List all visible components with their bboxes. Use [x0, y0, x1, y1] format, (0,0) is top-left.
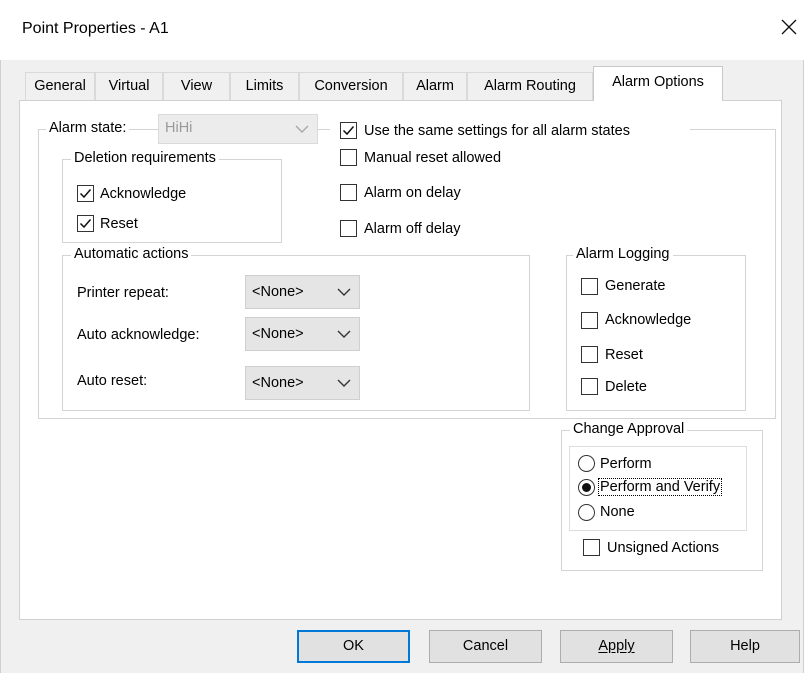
perform-and-verify-label: Perform and Verify: [598, 478, 723, 496]
deletion-requirements-title: Deletion requirements: [71, 150, 219, 166]
alarm-off-delay-label: Alarm off delay: [364, 221, 461, 237]
ok-button[interactable]: OK: [297, 630, 410, 663]
auto-acknowledge-combo[interactable]: <None>: [245, 317, 360, 351]
perform-label: Perform: [600, 456, 652, 472]
logging-reset-checkbox[interactable]: [581, 346, 598, 363]
radio-selected-dot: [582, 483, 591, 492]
logging-acknowledge-checkbox[interactable]: [581, 312, 598, 329]
same-settings-label: Use the same settings for all alarm stat…: [364, 123, 630, 139]
tab-alarm-options[interactable]: Alarm Options: [593, 66, 723, 101]
title-bar: Point Properties - A1: [0, 0, 804, 60]
printer-repeat-combo[interactable]: <None>: [245, 275, 360, 309]
same-settings-checkbox[interactable]: [340, 122, 357, 139]
chevron-down-icon: [337, 288, 351, 296]
apply-button[interactable]: Apply: [560, 630, 673, 663]
close-icon[interactable]: [778, 16, 800, 38]
none-radio[interactable]: [578, 504, 595, 521]
tab-limits[interactable]: Limits: [230, 72, 299, 100]
none-label: None: [600, 504, 635, 520]
cancel-button[interactable]: Cancel: [429, 630, 542, 663]
logging-generate-checkbox[interactable]: [581, 278, 598, 295]
automatic-actions-title: Automatic actions: [71, 246, 192, 262]
auto-reset-label: Auto reset:: [77, 373, 148, 389]
logging-delete-checkbox[interactable]: [581, 378, 598, 395]
unsigned-actions-label: Unsigned Actions: [607, 540, 720, 556]
same-settings-row[interactable]: Use the same settings for all alarm stat…: [330, 121, 690, 143]
chevron-down-icon: [295, 125, 309, 133]
deletion-acknowledge-label: Acknowledge: [100, 186, 187, 202]
chevron-down-icon: [337, 379, 351, 387]
logging-generate-label: Generate: [605, 278, 666, 294]
tab-alarm-routing[interactable]: Alarm Routing: [467, 72, 593, 100]
manual-reset-checkbox[interactable]: [340, 149, 357, 166]
alarm-state-combo[interactable]: HiHi: [158, 114, 318, 144]
logging-delete-label: Delete: [605, 379, 647, 395]
auto-acknowledge-value: <None>: [252, 326, 304, 342]
tab-virtual[interactable]: Virtual: [95, 72, 163, 100]
auto-reset-combo[interactable]: <None>: [245, 366, 360, 400]
alarm-on-delay-checkbox[interactable]: [340, 184, 357, 201]
deletion-reset-checkbox[interactable]: [77, 215, 94, 232]
tab-panel-alarm-options: Alarm state: HiHi Use the same settings …: [19, 100, 782, 620]
printer-repeat-label: Printer repeat:: [77, 285, 169, 301]
logging-acknowledge-label: Acknowledge: [605, 312, 692, 328]
alarm-state-value: HiHi: [165, 120, 193, 136]
help-button[interactable]: Help: [690, 630, 800, 663]
unsigned-actions-checkbox[interactable]: [583, 539, 600, 556]
chevron-down-icon: [337, 330, 351, 338]
auto-reset-value: <None>: [252, 375, 304, 391]
window-title: Point Properties - A1: [22, 20, 169, 37]
change-approval-title: Change Approval: [570, 421, 688, 437]
alarm-on-delay-label: Alarm on delay: [364, 185, 461, 201]
manual-reset-label: Manual reset allowed: [364, 150, 502, 166]
alarm-off-delay-checkbox[interactable]: [340, 220, 357, 237]
perform-radio[interactable]: [578, 455, 595, 472]
alarm-logging-title: Alarm Logging: [573, 246, 673, 262]
deletion-acknowledge-checkbox[interactable]: [77, 185, 94, 202]
tab-general[interactable]: General: [25, 72, 95, 100]
auto-acknowledge-label: Auto acknowledge:: [77, 327, 200, 343]
printer-repeat-value: <None>: [252, 284, 304, 300]
tab-view[interactable]: View: [163, 72, 230, 100]
tab-conversion[interactable]: Conversion: [299, 72, 403, 100]
alarm-state-label: Alarm state:: [46, 120, 130, 136]
tab-alarm[interactable]: Alarm: [403, 72, 467, 100]
logging-reset-label: Reset: [605, 347, 643, 363]
deletion-reset-label: Reset: [100, 216, 138, 232]
perform-and-verify-radio[interactable]: [578, 479, 595, 496]
